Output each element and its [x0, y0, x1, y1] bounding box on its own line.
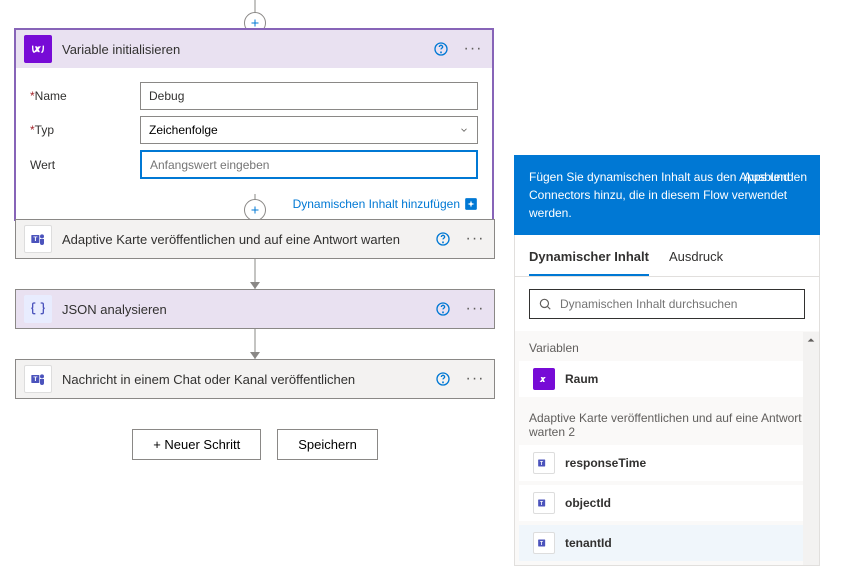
step-variable-init[interactable]: x Variable initialisieren ··· *Name *Typ… [14, 28, 494, 221]
teams-icon: T [24, 225, 52, 253]
teams-icon: T [533, 452, 555, 474]
parse-json-icon [24, 295, 52, 323]
sparkle-icon [464, 197, 478, 211]
card-title: Adaptive Karte veröffentlichen und auf e… [62, 232, 422, 247]
teams-icon: T [24, 365, 52, 393]
svg-text:x: x [540, 377, 545, 384]
search-input[interactable] [560, 297, 796, 311]
value-label: Wert [30, 158, 140, 172]
help-icon[interactable] [432, 298, 454, 320]
svg-text:T: T [33, 376, 37, 383]
more-icon[interactable]: ··· [464, 228, 486, 250]
section-variables: Variablen [515, 331, 819, 361]
card-header[interactable]: x Variable initialisieren ··· [16, 30, 492, 68]
arrow-icon [250, 352, 260, 359]
token-responsetime[interactable]: T responseTime [519, 445, 815, 481]
search-input-wrapper[interactable] [529, 289, 805, 319]
dynamic-content-panel: Fügen Sie dynamischen Inhalt aus den App… [514, 155, 820, 566]
new-step-button[interactable]: + Neuer Schritt [132, 429, 261, 460]
arrow-icon [250, 282, 260, 289]
card-title: Nachricht in einem Chat oder Kanal veröf… [62, 372, 422, 387]
tab-dynamic-content[interactable]: Dynamischer Inhalt [529, 243, 649, 276]
hide-panel-link[interactable]: Ausblenden [744, 168, 807, 186]
step-post-message[interactable]: T Nachricht in einem Chat oder Kanal ver… [15, 359, 495, 399]
more-icon[interactable]: ··· [464, 368, 486, 390]
panel-tip: Fügen Sie dynamischen Inhalt aus den App… [514, 155, 820, 235]
help-icon[interactable] [432, 368, 454, 390]
name-label: *Name [30, 89, 140, 103]
svg-text:x: x [34, 45, 40, 54]
more-icon[interactable]: ··· [462, 38, 484, 60]
section-adaptive: Adaptive Karte veröffentlichen und auf e… [515, 401, 819, 445]
help-icon[interactable] [432, 228, 454, 250]
token-raum[interactable]: x Raum [519, 361, 815, 397]
help-icon[interactable] [430, 38, 452, 60]
teams-icon: T [533, 532, 555, 554]
token-tenantid[interactable]: T tenantId [519, 525, 815, 561]
name-input[interactable] [140, 82, 478, 110]
add-step-button-1[interactable] [244, 199, 266, 221]
teams-icon: T [533, 492, 555, 514]
search-icon [538, 297, 552, 311]
tab-expression[interactable]: Ausdruck [669, 243, 723, 276]
step-parse-json[interactable]: JSON analysieren ··· [15, 289, 495, 329]
svg-text:T: T [33, 236, 37, 243]
scrollbar[interactable] [803, 332, 819, 565]
more-icon[interactable]: ··· [464, 298, 486, 320]
type-select[interactable]: Zeichenfolge [140, 116, 478, 144]
save-button[interactable]: Speichern [277, 429, 378, 460]
scroll-up-icon[interactable] [803, 332, 819, 348]
card-title: Variable initialisieren [62, 42, 420, 57]
value-input[interactable] [140, 150, 478, 179]
step-adaptive-card[interactable]: T Adaptive Karte veröffentlichen und auf… [15, 219, 495, 259]
type-label: *Typ [30, 123, 140, 137]
chevron-down-icon [459, 125, 469, 135]
variable-icon: x [24, 35, 52, 63]
variable-icon: x [533, 368, 555, 390]
card-title: JSON analysieren [62, 302, 422, 317]
token-objectid[interactable]: T objectId [519, 485, 815, 521]
